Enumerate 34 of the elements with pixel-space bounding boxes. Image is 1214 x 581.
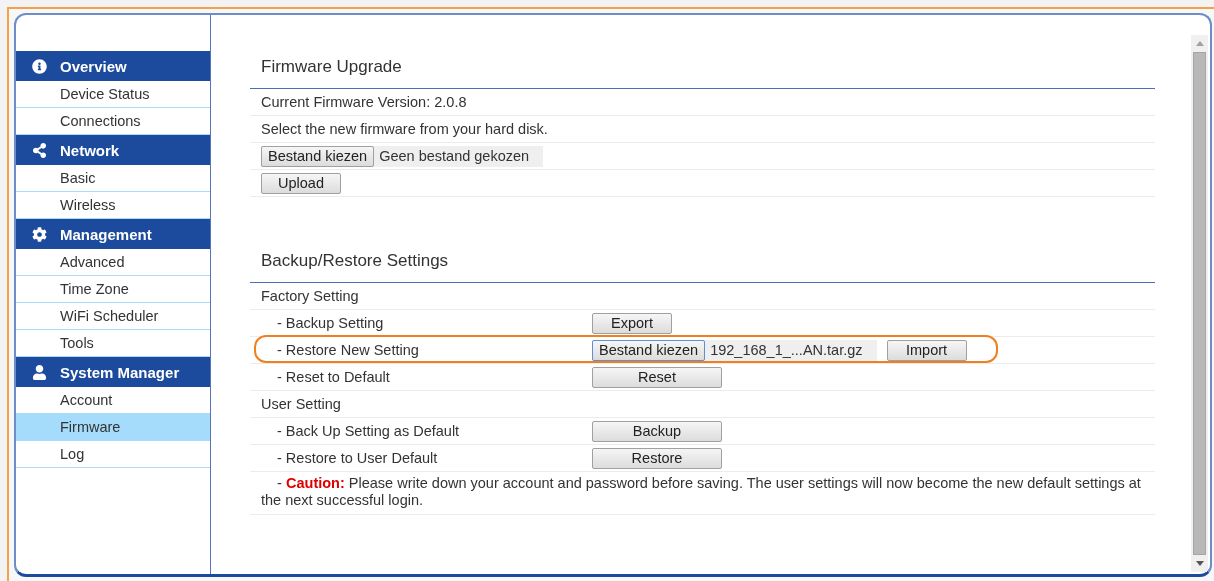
setting-label: - Backup Setting (276, 315, 385, 331)
setting-label: - Restore New Setting (276, 342, 420, 358)
user-icon (32, 364, 47, 380)
section-title: Backup/Restore Settings (250, 243, 1155, 283)
action-button[interactable]: Export (592, 312, 672, 334)
settings-icon (32, 226, 47, 242)
row-text: Factory Setting (261, 288, 359, 304)
share-icon (32, 142, 47, 158)
info-icon (32, 58, 47, 74)
row-text: User Setting (261, 396, 341, 412)
nav-group-header[interactable]: Management (16, 219, 210, 249)
choose-file-button[interactable]: Bestand kiezen (592, 339, 706, 361)
setting-label: - Back Up Setting as Default (276, 423, 461, 439)
setting-label: - Reset to Default (276, 369, 391, 385)
nav-group-header[interactable]: Overview (16, 51, 210, 81)
file-picker[interactable]: Bestand kiezen 192_168_1_...AN.tar.gz (592, 339, 877, 361)
file-picker[interactable]: Bestand kiezen Geen bestand gekozen (261, 145, 544, 167)
action-button[interactable]: Reset (592, 366, 722, 388)
nav-item[interactable]: Firmware (16, 414, 210, 441)
section-title: Firmware Upgrade (250, 49, 1155, 89)
action-button[interactable]: Backup (592, 420, 722, 442)
nav-group-header[interactable]: Network (16, 135, 210, 165)
action-button[interactable]: Upload (261, 172, 341, 194)
action-button[interactable]: Import (886, 339, 967, 361)
action-button[interactable]: Restore (592, 447, 722, 469)
caution-note: - Caution: Please write down your account and password before saving. The user settings will now become the new default settings at the next successful login. (250, 472, 1155, 515)
row-text: Current Firmware Version: 2.0.8 (261, 94, 467, 110)
file-name: Geen bestand gekozen (378, 148, 530, 164)
scrollbar[interactable] (1191, 35, 1208, 572)
nav-group-header[interactable]: System Manager (16, 357, 210, 387)
row-text: Select the new firmware from your hard disk. (261, 121, 548, 137)
choose-file-button[interactable]: Bestand kiezen (261, 145, 375, 167)
setting-label: - Restore to User Default (276, 450, 439, 466)
file-name: 192_168_1_...AN.tar.gz (709, 342, 863, 358)
